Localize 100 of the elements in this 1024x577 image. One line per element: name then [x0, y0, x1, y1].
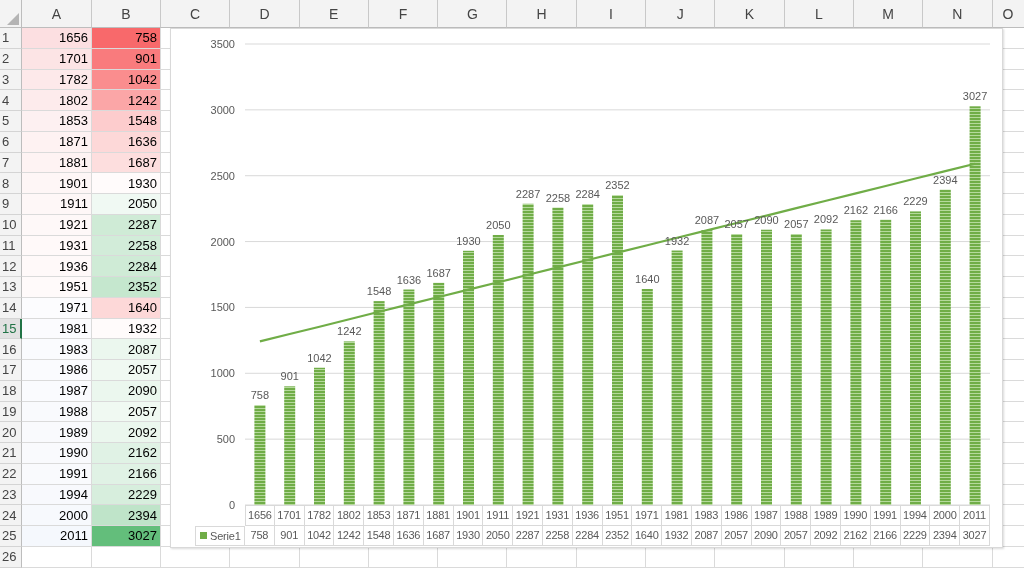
data-label: 2287: [515, 187, 541, 200]
table-cell: 2057: [92, 360, 161, 381]
axis-label: 1802: [334, 505, 365, 526]
data-label: 901: [280, 370, 299, 383]
row-header[interactable]: 24: [0, 505, 22, 526]
column-header[interactable]: I: [576, 0, 647, 28]
row-header[interactable]: 16: [0, 339, 22, 360]
table-cell: 1656: [22, 28, 92, 49]
row-header[interactable]: 7: [0, 152, 22, 174]
row-header[interactable]: 22: [0, 463, 22, 485]
table-cell: 2284: [572, 525, 603, 546]
data-label: 2087: [694, 214, 720, 227]
row-header[interactable]: 25: [0, 526, 22, 547]
column-header[interactable]: O: [992, 0, 1024, 28]
axis-label: 2011: [960, 505, 990, 526]
row-header[interactable]: 11: [0, 235, 22, 257]
column-header[interactable]: L: [784, 0, 854, 28]
row-header[interactable]: 23: [0, 484, 22, 506]
table-cell: 1987: [22, 380, 92, 402]
axis-label: 1951: [602, 505, 633, 526]
row-header[interactable]: 18: [0, 380, 22, 402]
table-cell: 1932: [662, 525, 692, 546]
table-cell: 1802: [22, 90, 92, 111]
table-cell: 1548: [364, 525, 394, 546]
row-header[interactable]: 6: [0, 131, 22, 153]
axis-label: 1853: [364, 505, 394, 526]
table-cell: 2166: [92, 463, 161, 485]
table-cell: 758: [92, 28, 161, 49]
table-cell: [92, 546, 161, 568]
table-cell: 2352: [92, 277, 161, 298]
table-cell: 1042: [92, 69, 161, 91]
row-header[interactable]: 17: [0, 360, 22, 381]
row-header[interactable]: 19: [0, 401, 22, 423]
row-header[interactable]: 12: [0, 256, 22, 277]
axis-label: 1500: [210, 301, 235, 314]
legend-label: Serie1: [210, 529, 241, 542]
axis-label: 1921: [513, 505, 543, 526]
column-header[interactable]: F: [368, 0, 439, 28]
data-label: 2090: [754, 213, 779, 226]
axis-label: 1901: [453, 505, 484, 526]
data-label: 1640: [635, 273, 660, 285]
table-cell: 2287: [92, 214, 161, 236]
table-cell: 1687: [92, 152, 161, 174]
column-header[interactable]: D: [230, 0, 300, 28]
axis-label: 1994: [900, 505, 931, 526]
row-header[interactable]: 15: [0, 318, 22, 340]
row-header[interactable]: 5: [0, 111, 22, 132]
table-cell: 2162: [92, 443, 161, 464]
row-header[interactable]: 1: [0, 28, 22, 49]
axis-label: 1000: [210, 367, 235, 380]
row-header[interactable]: 13: [0, 277, 22, 298]
table-cell: 2352: [602, 525, 633, 546]
table-cell: 1636: [394, 525, 424, 546]
data-label: 2229: [903, 195, 928, 208]
data-label: 1242: [337, 325, 362, 338]
corner-triangle-icon: [7, 13, 19, 25]
axis-label: 1981: [662, 505, 692, 526]
table-cell: 1931: [22, 235, 92, 257]
row-header[interactable]: 10: [0, 214, 22, 236]
row-header[interactable]: 26: [0, 546, 22, 568]
column-header[interactable]: M: [853, 0, 924, 28]
row-header[interactable]: 14: [0, 297, 22, 319]
column-header[interactable]: B: [92, 0, 161, 28]
column-header[interactable]: K: [715, 0, 785, 28]
table-cell: 2092: [811, 525, 841, 546]
table-cell: [22, 546, 92, 568]
data-label: 2162: [843, 204, 869, 217]
axis-label: 1971: [632, 505, 663, 526]
row-header[interactable]: 8: [0, 173, 22, 194]
table-cell: 2057: [721, 525, 752, 546]
table-cell: 1636: [92, 131, 161, 153]
column-header[interactable]: C: [161, 0, 231, 28]
column-header[interactable]: N: [923, 0, 993, 28]
data-label: 1932: [664, 234, 690, 247]
column-header[interactable]: J: [646, 0, 716, 28]
row-header[interactable]: 21: [0, 443, 22, 464]
row-header[interactable]: 9: [0, 194, 22, 215]
table-cell: 3027: [92, 526, 161, 547]
select-all-corner[interactable]: [0, 0, 22, 28]
row-header[interactable]: 4: [0, 90, 22, 111]
axis-label: 500: [216, 433, 235, 446]
axis-label: 1983: [691, 505, 722, 526]
row-header[interactable]: 20: [0, 422, 22, 443]
column-header[interactable]: E: [299, 0, 369, 28]
data-label: 1042: [307, 351, 332, 364]
row-header[interactable]: 3: [0, 69, 22, 91]
axis-label: 1881: [423, 505, 454, 526]
column-header[interactable]: A: [22, 0, 92, 28]
axis-label: 1911: [483, 505, 514, 526]
table-cell: 2162: [840, 525, 871, 546]
data-label: 2258: [545, 191, 571, 204]
table-cell: 1242: [334, 525, 365, 546]
row-header[interactable]: 2: [0, 48, 22, 70]
column-header[interactable]: H: [507, 0, 577, 28]
data-label: 3027: [962, 90, 988, 103]
table-cell: 3027: [960, 525, 990, 546]
data-label: 2284: [575, 188, 600, 201]
table-cell: 1687: [423, 525, 454, 546]
table-cell: 2258: [92, 235, 161, 257]
column-header[interactable]: G: [438, 0, 508, 28]
